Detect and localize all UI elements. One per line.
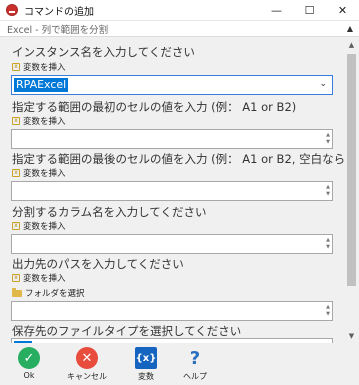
command-header: Excel - 列で範囲を分割 ▲ — [0, 20, 359, 37]
app-icon — [6, 4, 18, 16]
field-label: 指定する範囲の最後のセルの値を入力 (例： A1 or B2, 空白なら全て) — [12, 152, 344, 166]
variable-braces-icon: {x} — [135, 347, 157, 369]
select-folder-link[interactable]: フォルダを選択 — [12, 287, 85, 299]
scroll-down-icon[interactable]: ▼ — [344, 329, 359, 343]
spin-arrows-icon[interactable]: ▲ ▼ — [326, 132, 330, 146]
help-label: ヘルプ — [183, 372, 207, 381]
x-icon: ✕ — [76, 347, 98, 369]
combobox-value: RPAExcel — [14, 78, 69, 92]
footer-toolbar: ✓ Ok ✕ キャンセル {x} 変数 ? ヘルプ — [0, 343, 359, 385]
help-button[interactable]: ? ヘルプ — [170, 347, 220, 382]
spin-arrows-icon[interactable]: ▲ ▼ — [326, 237, 330, 251]
cancel-label: キャンセル — [67, 372, 107, 381]
insert-variable-link[interactable]: x 変数を挿入 — [12, 167, 66, 179]
insert-variable-label: 変数を挿入 — [23, 274, 66, 284]
window-title: コマンドの追加 — [24, 6, 94, 18]
minimize-button[interactable]: — — [260, 0, 293, 20]
variable-icon: x — [12, 222, 20, 230]
variable-label: 変数 — [138, 372, 154, 381]
insert-variable-label: 変数を挿入 — [23, 117, 66, 127]
question-icon: ? — [189, 347, 201, 369]
field-label: 保存先のファイルタイプを選択してください — [12, 324, 242, 338]
folder-icon — [12, 287, 22, 297]
select-folder-label: フォルダを選択 — [25, 289, 85, 299]
output-path-input[interactable]: ▲ ▼ — [11, 301, 333, 321]
insert-variable-link[interactable]: x 変数を挿入 — [12, 220, 66, 232]
form-area: インスタンス名を入力してください x 変数を挿入 RPAExcel ⌄ 指定する… — [0, 38, 344, 343]
ok-label: Ok — [23, 371, 35, 380]
scroll-up-icon[interactable]: ▲ — [344, 38, 359, 52]
check-icon: ✓ — [18, 347, 40, 369]
insert-variable-link[interactable]: x 変数を挿入 — [12, 115, 66, 127]
close-button[interactable]: ✕ — [326, 0, 359, 20]
insert-variable-label: 変数を挿入 — [23, 63, 66, 73]
command-name: Excel - 列で範囲を分割 — [7, 24, 109, 36]
window-controls: — ☐ ✕ — [260, 0, 359, 20]
insert-variable-label: 変数を挿入 — [23, 222, 66, 232]
field-label: 指定する範囲の最初のセルの値を入力 (例： A1 or B2) — [12, 100, 297, 114]
instance-combobox[interactable]: RPAExcel ⌄ — [11, 75, 333, 95]
field-label: インスタンス名を入力してください — [12, 45, 195, 59]
column-name-input[interactable]: ▲ ▼ — [11, 234, 333, 254]
variable-icon: x — [12, 274, 20, 282]
insert-variable-link[interactable]: x 変数を挿入 — [12, 61, 66, 73]
field-label: 分割するカラム名を入力してください — [12, 205, 207, 219]
variable-icon: x — [12, 117, 20, 125]
title-bar: コマンドの追加 — ☐ ✕ — [0, 0, 359, 20]
spin-arrows-icon[interactable]: ▲ ▼ — [326, 184, 330, 198]
end-cell-input[interactable]: ▲ ▼ — [11, 181, 333, 201]
field-label: 出力先のパスを入力してください — [12, 257, 184, 271]
caret-up-icon[interactable]: ▲ — [347, 24, 353, 33]
variable-button[interactable]: {x} 変数 — [121, 347, 171, 382]
chevron-down-icon[interactable]: ⌄ — [319, 79, 327, 89]
ok-button[interactable]: ✓ Ok — [4, 347, 54, 380]
maximize-button[interactable]: ☐ — [293, 0, 326, 20]
insert-variable-link[interactable]: x 変数を挿入 — [12, 272, 66, 284]
variable-icon: x — [12, 169, 20, 177]
start-cell-input[interactable]: ▲ ▼ — [11, 129, 333, 149]
insert-variable-label: 変数を挿入 — [23, 169, 66, 179]
variable-icon: x — [12, 63, 20, 71]
scrollbar-thumb[interactable] — [347, 54, 356, 286]
spin-arrows-icon[interactable]: ▲ ▼ — [326, 304, 330, 318]
vertical-scrollbar[interactable]: ▲ ▼ — [344, 38, 359, 343]
cancel-button[interactable]: ✕ キャンセル — [62, 347, 112, 382]
